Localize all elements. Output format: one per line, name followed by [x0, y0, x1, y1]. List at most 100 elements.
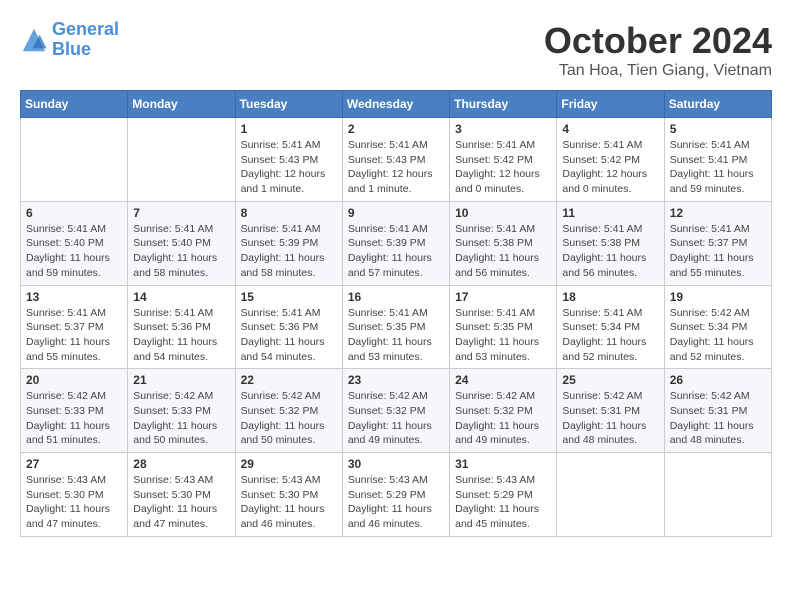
day-number: 21: [133, 373, 229, 387]
day-number: 28: [133, 457, 229, 471]
day-info: Sunrise: 5:41 AM Sunset: 5:40 PM Dayligh…: [133, 222, 229, 281]
day-number: 31: [455, 457, 551, 471]
day-number: 22: [241, 373, 337, 387]
day-number: 17: [455, 290, 551, 304]
day-info: Sunrise: 5:41 AM Sunset: 5:43 PM Dayligh…: [241, 138, 337, 197]
day-info: Sunrise: 5:41 AM Sunset: 5:38 PM Dayligh…: [455, 222, 551, 281]
day-number: 13: [26, 290, 122, 304]
calendar-cell: 8Sunrise: 5:41 AM Sunset: 5:39 PM Daylig…: [235, 201, 342, 285]
day-info: Sunrise: 5:41 AM Sunset: 5:34 PM Dayligh…: [562, 306, 658, 365]
calendar-cell: 7 Sunrise: 5:41 AM Sunset: 5:40 PM Daylig…: [128, 201, 235, 285]
calendar-table: SundayMondayTuesdayWednesdayThursdayFrid…: [20, 90, 772, 537]
day-info: Sunrise: 5:43 AM Sunset: 5:30 PM Dayligh…: [133, 473, 229, 532]
calendar-week-row: 27 Sunrise: 5:43 AM Sunset: 5:30 PM Dayli…: [21, 453, 772, 537]
day-number: 23: [348, 373, 444, 387]
day-number: 14: [133, 290, 229, 304]
weekday-header-thursday: Thursday: [450, 91, 557, 118]
weekday-header-wednesday: Wednesday: [342, 91, 449, 118]
day-info: Sunrise: 5:42 AM Sunset: 5:33 PM Dayligh…: [133, 389, 229, 448]
logo: General Blue: [20, 20, 119, 60]
day-number: 26: [670, 373, 766, 387]
calendar-week-row: 1 Sunrise: 5:41 AM Sunset: 5:43 PM Daylig…: [21, 118, 772, 202]
calendar-cell: 17 Sunrise: 5:41 AM Sunset: 5:35 PM Dayli…: [450, 285, 557, 369]
calendar-cell: 16 Sunrise: 5:41 AM Sunset: 5:35 PM Dayli…: [342, 285, 449, 369]
weekday-header-saturday: Saturday: [664, 91, 771, 118]
day-info: Sunrise: 5:43 AM Sunset: 5:29 PM Dayligh…: [455, 473, 551, 532]
day-info: Sunrise: 5:42 AM Sunset: 5:31 PM Dayligh…: [670, 389, 766, 448]
calendar-cell: 26 Sunrise: 5:42 AM Sunset: 5:31 PM Dayli…: [664, 369, 771, 453]
calendar-cell: [21, 118, 128, 202]
calendar-cell: 11 Sunrise: 5:41 AM Sunset: 5:38 PM Dayli…: [557, 201, 664, 285]
calendar-cell: 27 Sunrise: 5:43 AM Sunset: 5:30 PM Dayli…: [21, 453, 128, 537]
weekday-header-sunday: Sunday: [21, 91, 128, 118]
calendar-cell: 1 Sunrise: 5:41 AM Sunset: 5:43 PM Daylig…: [235, 118, 342, 202]
calendar-cell: 9Sunrise: 5:41 AM Sunset: 5:39 PM Daylig…: [342, 201, 449, 285]
day-number: 5: [670, 122, 766, 136]
calendar-cell: [128, 118, 235, 202]
day-info: Sunrise: 5:41 AM Sunset: 5:35 PM Dayligh…: [348, 306, 444, 365]
day-info: Sunrise: 5:41 AM Sunset: 5:40 PM Dayligh…: [26, 222, 122, 281]
day-info: Sunrise: 5:42 AM Sunset: 5:32 PM Dayligh…: [348, 389, 444, 448]
day-number: 25: [562, 373, 658, 387]
day-info: Sunrise: 5:41 AM Sunset: 5:37 PM Dayligh…: [670, 222, 766, 281]
calendar-cell: [664, 453, 771, 537]
logo-text: General Blue: [52, 20, 119, 60]
calendar-cell: 21 Sunrise: 5:42 AM Sunset: 5:33 PM Dayli…: [128, 369, 235, 453]
day-number: 30: [348, 457, 444, 471]
calendar-cell: 24Sunrise: 5:42 AM Sunset: 5:32 PM Dayli…: [450, 369, 557, 453]
day-info: Sunrise: 5:41 AM Sunset: 5:42 PM Dayligh…: [455, 138, 551, 197]
day-info: Sunrise: 5:42 AM Sunset: 5:32 PM Dayligh…: [241, 389, 337, 448]
weekday-header-row: SundayMondayTuesdayWednesdayThursdayFrid…: [21, 91, 772, 118]
day-info: Sunrise: 5:41 AM Sunset: 5:39 PM Dayligh…: [241, 222, 337, 281]
day-number: 2: [348, 122, 444, 136]
location-title: Tan Hoa, Tien Giang, Vietnam: [544, 62, 772, 80]
calendar-cell: [557, 453, 664, 537]
day-number: 18: [562, 290, 658, 304]
calendar-week-row: 6Sunrise: 5:41 AM Sunset: 5:40 PM Daylig…: [21, 201, 772, 285]
calendar-cell: 15Sunrise: 5:41 AM Sunset: 5:36 PM Dayli…: [235, 285, 342, 369]
title-block: October 2024 Tan Hoa, Tien Giang, Vietna…: [544, 20, 772, 80]
calendar-cell: 5 Sunrise: 5:41 AM Sunset: 5:41 PM Daylig…: [664, 118, 771, 202]
calendar-cell: 6Sunrise: 5:41 AM Sunset: 5:40 PM Daylig…: [21, 201, 128, 285]
day-info: Sunrise: 5:41 AM Sunset: 5:42 PM Dayligh…: [562, 138, 658, 197]
page-header: General Blue October 2024 Tan Hoa, Tien …: [20, 20, 772, 80]
calendar-week-row: 13Sunrise: 5:41 AM Sunset: 5:37 PM Dayli…: [21, 285, 772, 369]
day-number: 27: [26, 457, 122, 471]
day-number: 11: [562, 206, 658, 220]
day-number: 7: [133, 206, 229, 220]
calendar-cell: 3 Sunrise: 5:41 AM Sunset: 5:42 PM Daylig…: [450, 118, 557, 202]
calendar-week-row: 20 Sunrise: 5:42 AM Sunset: 5:33 PM Dayli…: [21, 369, 772, 453]
month-title: October 2024: [544, 20, 772, 62]
day-number: 24: [455, 373, 551, 387]
day-number: 16: [348, 290, 444, 304]
day-info: Sunrise: 5:41 AM Sunset: 5:39 PM Dayligh…: [348, 222, 444, 281]
day-info: Sunrise: 5:43 AM Sunset: 5:29 PM Dayligh…: [348, 473, 444, 532]
calendar-cell: 2Sunrise: 5:41 AM Sunset: 5:43 PM Daylig…: [342, 118, 449, 202]
calendar-cell: 28 Sunrise: 5:43 AM Sunset: 5:30 PM Dayli…: [128, 453, 235, 537]
calendar-cell: 18 Sunrise: 5:41 AM Sunset: 5:34 PM Dayli…: [557, 285, 664, 369]
weekday-header-tuesday: Tuesday: [235, 91, 342, 118]
day-number: 1: [241, 122, 337, 136]
day-info: Sunrise: 5:41 AM Sunset: 5:36 PM Dayligh…: [133, 306, 229, 365]
day-info: Sunrise: 5:42 AM Sunset: 5:31 PM Dayligh…: [562, 389, 658, 448]
day-info: Sunrise: 5:42 AM Sunset: 5:34 PM Dayligh…: [670, 306, 766, 365]
day-info: Sunrise: 5:42 AM Sunset: 5:33 PM Dayligh…: [26, 389, 122, 448]
day-number: 20: [26, 373, 122, 387]
logo-icon: [20, 26, 48, 54]
day-number: 29: [241, 457, 337, 471]
calendar-cell: 31 Sunrise: 5:43 AM Sunset: 5:29 PM Dayli…: [450, 453, 557, 537]
calendar-cell: 23 Sunrise: 5:42 AM Sunset: 5:32 PM Dayli…: [342, 369, 449, 453]
calendar-cell: 10Sunrise: 5:41 AM Sunset: 5:38 PM Dayli…: [450, 201, 557, 285]
day-number: 3: [455, 122, 551, 136]
day-number: 19: [670, 290, 766, 304]
day-info: Sunrise: 5:41 AM Sunset: 5:38 PM Dayligh…: [562, 222, 658, 281]
day-info: Sunrise: 5:41 AM Sunset: 5:41 PM Dayligh…: [670, 138, 766, 197]
calendar-cell: 22 Sunrise: 5:42 AM Sunset: 5:32 PM Dayli…: [235, 369, 342, 453]
weekday-header-monday: Monday: [128, 91, 235, 118]
day-info: Sunrise: 5:43 AM Sunset: 5:30 PM Dayligh…: [26, 473, 122, 532]
day-info: Sunrise: 5:41 AM Sunset: 5:35 PM Dayligh…: [455, 306, 551, 365]
calendar-cell: 20 Sunrise: 5:42 AM Sunset: 5:33 PM Dayli…: [21, 369, 128, 453]
weekday-header-friday: Friday: [557, 91, 664, 118]
day-number: 12: [670, 206, 766, 220]
calendar-cell: 14 Sunrise: 5:41 AM Sunset: 5:36 PM Dayli…: [128, 285, 235, 369]
